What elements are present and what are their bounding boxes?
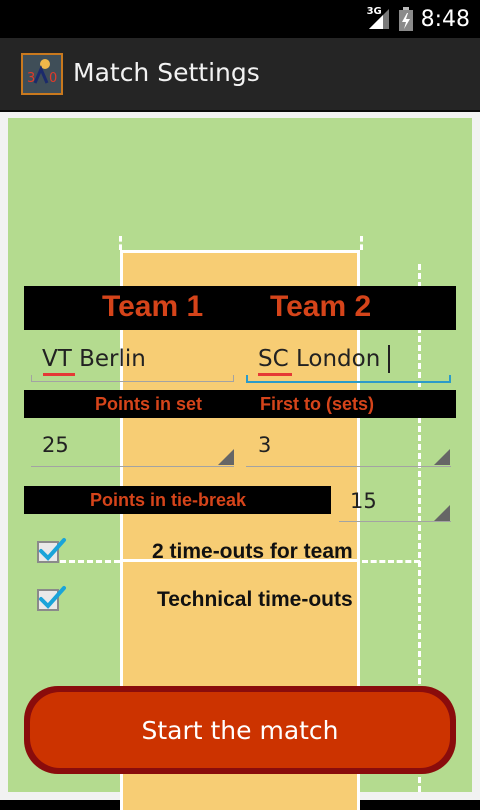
action-bar: 3 0 Match Settings <box>0 38 480 112</box>
battery-icon <box>398 7 413 31</box>
technical-timeouts-label: Technical time-outs <box>157 588 353 611</box>
team2-input-underline <box>246 381 451 383</box>
spinner-underline <box>339 521 451 522</box>
court-line <box>60 560 120 563</box>
svg-text:3: 3 <box>27 71 35 86</box>
start-match-button[interactable]: Start the match <box>24 686 456 774</box>
check-icon <box>39 538 66 561</box>
points-in-set-spinner[interactable]: 25 <box>42 433 69 457</box>
page-title: Match Settings <box>73 58 260 87</box>
first-to-label: First to (sets) <box>260 394 375 414</box>
first-to-spinner[interactable]: 3 <box>258 433 271 457</box>
tiebreak-spinner[interactable]: 15 <box>350 489 377 513</box>
check-icon <box>39 586 66 609</box>
team-header-bar: Team 1 Team 2 <box>24 286 456 330</box>
set-labels-bar: Points in set First to (sets) <box>24 390 456 418</box>
tiebreak-label-bar: Points in tie-break <box>24 486 331 514</box>
input-hook <box>449 375 451 381</box>
dropdown-arrow-icon <box>434 449 450 465</box>
technical-timeouts-checkbox[interactable] <box>37 586 66 611</box>
points-in-set-label: Points in set <box>95 394 203 414</box>
app-icon[interactable]: 3 0 <box>21 53 63 95</box>
status-bar: 3G 8:48 <box>0 0 480 38</box>
text-caret <box>388 345 390 373</box>
svg-text:0: 0 <box>49 71 57 86</box>
tiebreak-label: Points in tie-break <box>90 490 247 510</box>
dropdown-arrow-icon <box>218 449 234 465</box>
team1-name-input[interactable]: VT Berlin <box>42 346 146 372</box>
input-hook <box>246 375 248 381</box>
spinner-underline <box>246 466 451 467</box>
team2-header: Team 2 <box>270 290 372 323</box>
dropdown-arrow-icon <box>434 505 450 521</box>
timeouts-label: 2 time-outs for team <box>152 540 353 563</box>
court-line <box>119 236 122 250</box>
start-match-label: Start the match <box>141 715 339 745</box>
team1-header: Team 1 <box>102 290 204 323</box>
court-line <box>360 236 363 250</box>
status-icons: 3G 8:48 <box>367 4 470 34</box>
team1-input-underline <box>31 381 234 382</box>
clock: 8:48 <box>420 6 470 32</box>
spinner-underline <box>31 466 234 467</box>
timeouts-checkbox[interactable] <box>37 538 66 563</box>
court-line <box>362 560 420 563</box>
team2-name-input[interactable]: SC London <box>258 346 380 372</box>
input-hook <box>31 375 32 381</box>
spellcheck-underline <box>258 373 292 376</box>
start-match-button-face[interactable]: Start the match <box>30 692 450 768</box>
signal-icon: 3G <box>367 6 391 31</box>
spellcheck-underline <box>43 373 75 376</box>
input-hook <box>233 375 234 381</box>
